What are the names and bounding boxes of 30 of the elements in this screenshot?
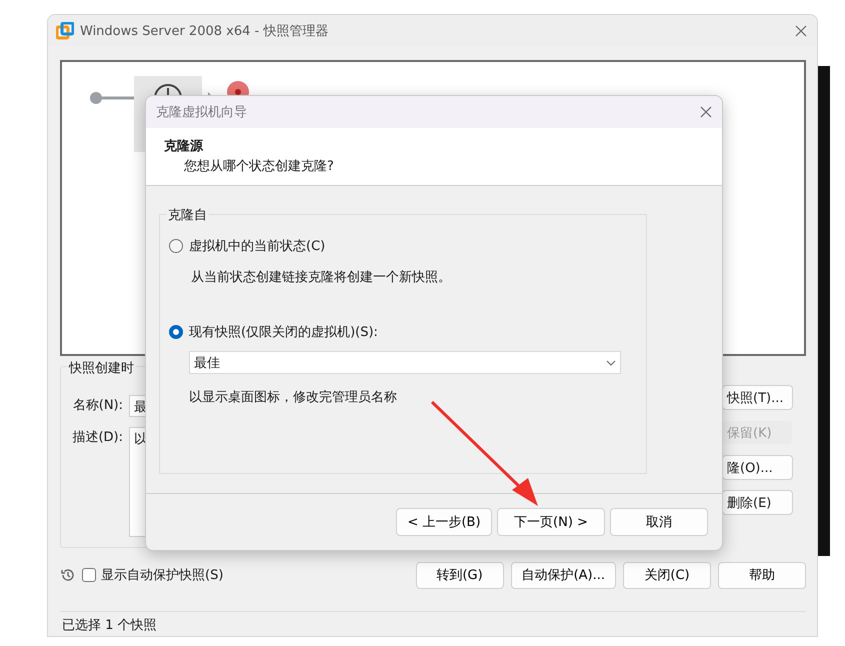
dialog-title: 克隆虚拟机向导 (156, 104, 248, 121)
close-icon[interactable] (700, 106, 712, 118)
radio-option[interactable]: 现有快照(仅限关闭的虚拟机)(S): (169, 323, 646, 341)
group-label: 快照创建时 (67, 359, 136, 377)
option-note: 从当前状态创建链接克隆将创建一个新快照。 (191, 270, 451, 285)
chevron-down-icon (606, 360, 616, 366)
description-label: 描述(D): (71, 429, 123, 447)
wizard-button[interactable]: 取消 (610, 508, 708, 536)
side-button[interactable]: 隆(O)... (722, 455, 793, 480)
snapshot-description: 以显示桌面图标，修改完管理员名称 (189, 390, 397, 405)
wizard-button[interactable]: 下一页(N) > (497, 508, 605, 536)
wizard-heading: 克隆源 (164, 138, 204, 155)
radio-option[interactable]: 虚拟机中的当前状态(C) (169, 237, 646, 255)
snapshot-select[interactable]: 最佳 (189, 351, 621, 374)
wizard-subheading: 您想从哪个状态创建克隆? (183, 158, 335, 175)
history-icon (60, 567, 76, 583)
window-title: Windows Server 2008 x64 - 快照管理器 (80, 22, 330, 40)
status-bar: 已选择 1 个快照 (60, 611, 806, 636)
wizard-button[interactable]: < 上一步(B) (396, 508, 492, 536)
side-button[interactable]: 快照(T)... (722, 385, 793, 410)
dialog-button[interactable]: 自动保护(A)... (510, 562, 616, 588)
dialog-button[interactable]: 帮助 (718, 562, 806, 588)
name-label: 名称(N): (72, 397, 123, 415)
auto-protect-checkbox[interactable]: 显示自动保护快照(S) (82, 566, 409, 584)
dialog-button[interactable]: 关闭(C) (623, 562, 711, 588)
group-label: 克隆自 (166, 206, 209, 224)
app-logo-icon (56, 22, 74, 40)
close-icon[interactable] (795, 24, 807, 36)
side-button[interactable]: 删除(E) (722, 490, 793, 515)
dialog-button[interactable]: 转到(G) (416, 562, 504, 588)
